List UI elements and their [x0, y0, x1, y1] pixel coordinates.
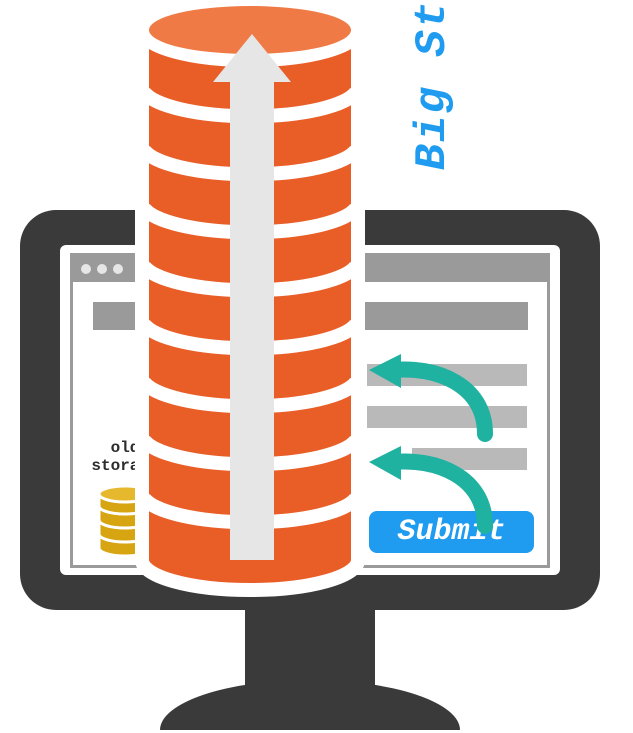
big-storage-label-text: Big Storage: [408, 0, 458, 170]
up-arrow-shaft: [230, 68, 274, 560]
monitor-stand: [245, 605, 375, 685]
old-storage-label-line2: storage: [91, 457, 158, 475]
diagram-root: Submit old storage: [0, 0, 633, 733]
flow-arrow-icon: [365, 446, 495, 536]
window-dot-icon: [97, 264, 107, 274]
old-storage-label: old storage: [80, 440, 170, 475]
window-dot-icon: [113, 264, 123, 274]
old-storage-cylinder-icon: [96, 484, 154, 558]
monitor-base: [160, 680, 460, 730]
flow-arrow-icon: [365, 354, 495, 444]
browser-titlebar: [73, 256, 547, 282]
big-storage-label: Big Storage: [172, 0, 222, 290]
old-storage-label-line1: old: [111, 439, 140, 457]
page-header-bar: [93, 302, 528, 330]
window-dot-icon: [81, 264, 91, 274]
